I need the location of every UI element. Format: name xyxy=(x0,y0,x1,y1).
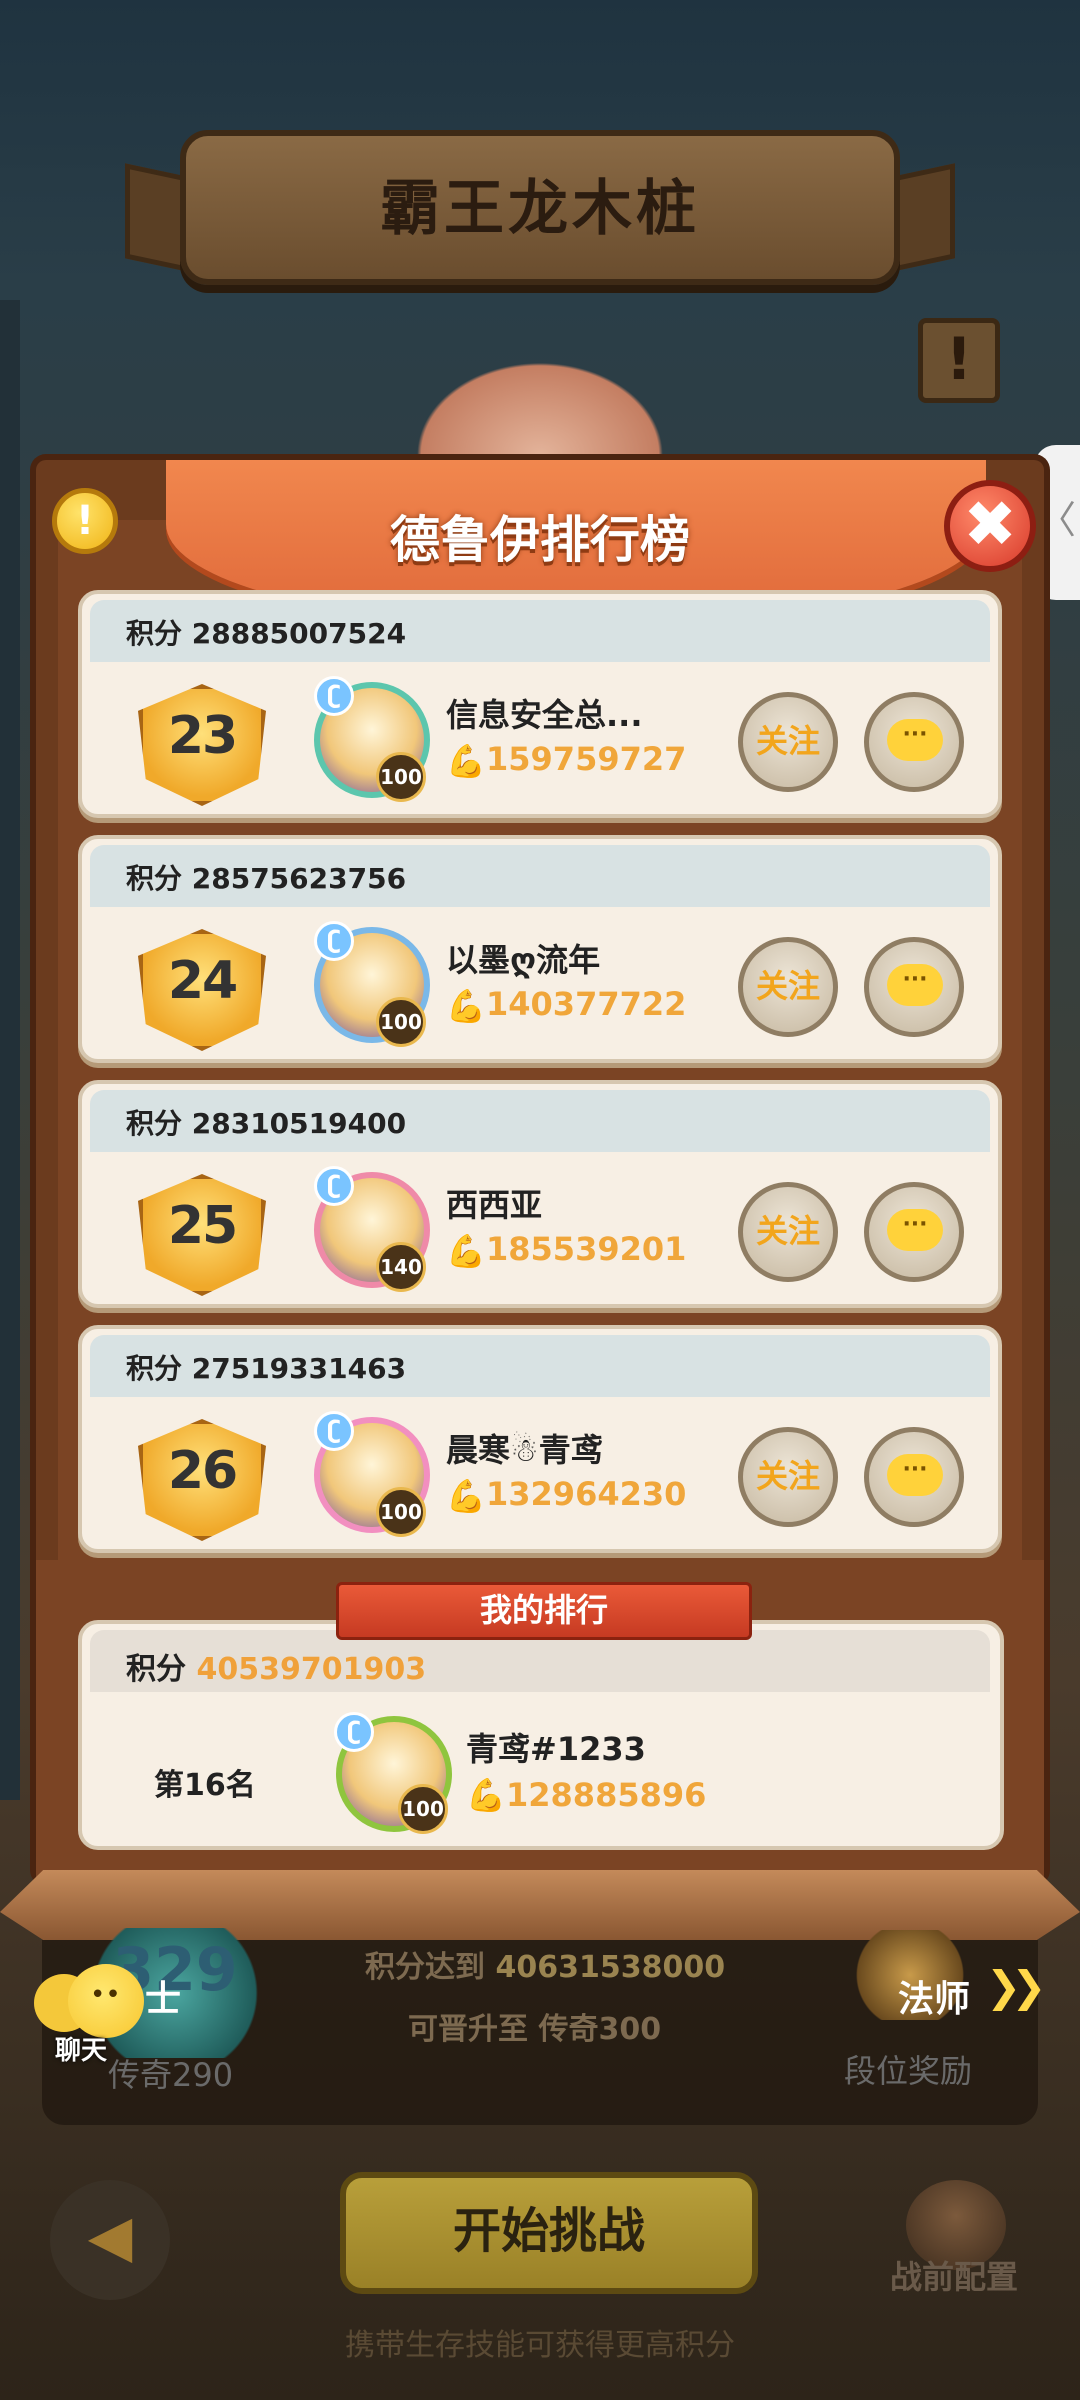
promotion-requirement: 积分达到 40631538000 xyxy=(365,1942,725,1986)
my-rank-ribbon: 我的排行 xyxy=(336,1582,752,1640)
back-arrow-icon[interactable]: ◀ xyxy=(50,2180,170,2300)
rank-card: 积分 27519331463 26 ʗ 100 晨寒☃青鸢 💪 13296423… xyxy=(78,1325,1002,1553)
arm-icon: 💪 xyxy=(446,742,486,780)
level-badge: 140 xyxy=(376,1242,426,1292)
follow-button[interactable]: 关注 xyxy=(738,1182,838,1282)
rank-card: 积分 28310519400 25 ʗ 140 西西亚 💪 185539201 … xyxy=(78,1080,1002,1308)
info-icon[interactable]: ! xyxy=(52,488,118,554)
follow-button[interactable]: 关注 xyxy=(738,692,838,792)
page-title: 霸王龙木桩 xyxy=(380,174,700,244)
rank-card: 积分 28575623756 24 ʗ 100 以墨ღ流年 💪 14037772… xyxy=(78,835,1002,1063)
level-badge: 100 xyxy=(376,752,426,802)
rank-number: 24 xyxy=(167,951,238,1011)
player-name: 晨寒☃青鸢 xyxy=(446,1431,603,1469)
chat-icon: ··· xyxy=(887,964,943,1006)
level-badge: 100 xyxy=(376,997,426,1047)
power-value: 128885896 xyxy=(506,1776,707,1814)
player-name: 西西亚 xyxy=(446,1186,543,1224)
power-value: 132964230 xyxy=(486,1475,687,1513)
level-badge: 100 xyxy=(398,1784,448,1834)
my-score-prefix: 积分 xyxy=(126,1652,197,1687)
arm-icon: 💪 xyxy=(446,1232,486,1270)
follow-button[interactable]: 关注 xyxy=(738,1427,838,1527)
rank-number: 25 xyxy=(167,1196,238,1256)
card-header: 积分 28575623756 xyxy=(90,845,990,907)
level-badge: 100 xyxy=(376,1487,426,1537)
my-score-value: 40539701903 xyxy=(196,1652,427,1687)
follow-button[interactable]: 关注 xyxy=(738,937,838,1037)
player-name: 信息安全总... xyxy=(446,696,643,734)
start-challenge-button[interactable]: 开始挑战 xyxy=(340,2172,758,2294)
tier-left-name: 士 xyxy=(145,1979,182,2020)
arm-icon: 💪 xyxy=(446,1477,486,1515)
close-icon[interactable]: ✖ xyxy=(944,480,1036,572)
tier-reward-label[interactable]: 段位奖励 xyxy=(844,2046,972,2092)
rank-number: 23 xyxy=(167,706,238,766)
power-value: 159759727 xyxy=(486,740,687,778)
score-label: 积分 28575623756 xyxy=(126,862,407,895)
power-value: 140377722 xyxy=(486,985,687,1023)
score-label: 积分 28885007524 xyxy=(126,617,407,650)
arm-icon: 💪 xyxy=(446,987,486,1025)
prebattle-config-label[interactable]: 战前配置 xyxy=(890,2252,1018,2298)
class-icon: ʗ xyxy=(314,1411,354,1451)
chat-button[interactable]: ··· xyxy=(864,692,964,792)
next-class-label[interactable]: 法师 xyxy=(898,1970,970,2022)
chat-button[interactable]: ··· xyxy=(864,1427,964,1527)
hint-text: 携带生存技能可获得更高积分 xyxy=(345,2328,735,2363)
class-icon: ʗ xyxy=(314,921,354,961)
my-score-label: 积分 40539701903 xyxy=(126,1644,426,1688)
my-rank-position: 第16名 xyxy=(154,1768,256,1803)
arm-icon: 💪 xyxy=(466,1776,506,1814)
class-icon: ʗ xyxy=(314,676,354,716)
chat-icon: ··· xyxy=(887,1209,943,1251)
card-header: 积分 28885007524 xyxy=(90,600,990,662)
warning-sign-icon: ! xyxy=(918,318,1000,403)
chat-icon: ··· xyxy=(887,1454,943,1496)
chat-label[interactable]: 聊天 xyxy=(55,2030,107,2067)
chat-face-icon: •• xyxy=(90,1980,121,2010)
chevron-right-icon[interactable]: ❯❯ xyxy=(986,1962,1046,2011)
card-header: 积分 28310519400 xyxy=(90,1090,990,1152)
class-icon: ʗ xyxy=(334,1712,374,1752)
class-icon: ʗ xyxy=(314,1166,354,1206)
player-name: 以墨ღ流年 xyxy=(446,941,601,979)
promotion-target: 可晋升至 传奇300 xyxy=(408,2012,662,2047)
promo-score: 40631538000 xyxy=(495,1950,726,1985)
score-label: 积分 28310519400 xyxy=(126,1107,407,1140)
power-value: 185539201 xyxy=(486,1230,687,1268)
rank-number: 26 xyxy=(167,1441,238,1501)
promo-prefix: 积分达到 xyxy=(365,1950,496,1985)
score-label: 积分 27519331463 xyxy=(126,1352,407,1385)
panel-title: 德鲁伊排行榜 xyxy=(390,511,690,569)
chat-button[interactable]: ··· xyxy=(864,1182,964,1282)
chat-button[interactable]: ··· xyxy=(864,937,964,1037)
background-pillar xyxy=(0,300,20,1800)
card-header: 积分 27519331463 xyxy=(90,1335,990,1397)
rank-card: 积分 28885007524 23 ʗ 100 信息安全总... 💪 15975… xyxy=(78,590,1002,818)
player-name: 青鸢#1233 xyxy=(466,1730,646,1768)
my-rank-card: 积分 40539701903 第16名 ʗ 100 青鸢#1233 💪 1288… xyxy=(78,1620,1004,1850)
chat-icon: ··· xyxy=(887,719,943,761)
